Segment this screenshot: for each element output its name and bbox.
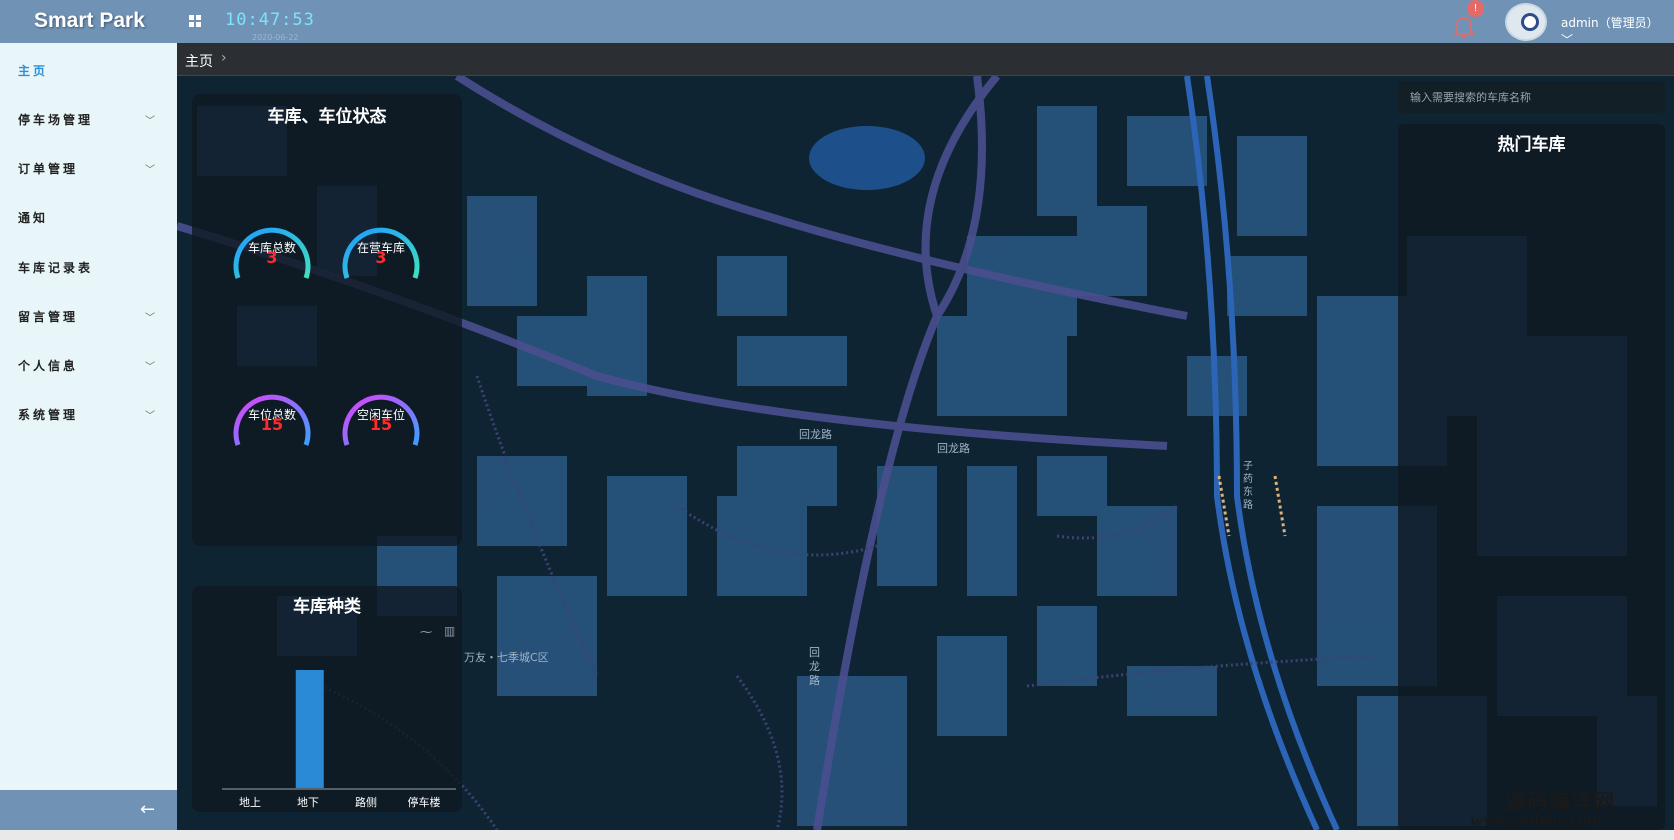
sidebar-item-label: 个人信息 [18, 359, 79, 373]
apps-grid-icon[interactable] [189, 15, 201, 27]
map-road-label: 回龙路 [799, 428, 832, 441]
sidebar-item-system[interactable]: 系统管理 ﹀ [0, 394, 177, 434]
top-header: Smart Park 10:47:53 2020-06-22 ! admin（管… [0, 0, 1674, 47]
chevron-down-icon: ﹀ [145, 165, 155, 176]
chevron-down-icon: ﹀ [145, 362, 155, 373]
map-road-label: 回龙路 [937, 442, 970, 455]
avatar[interactable] [1505, 3, 1547, 41]
sidebar-item-label: 主页 [18, 64, 49, 78]
gauge-space-total: 车位总数 15 [230, 377, 314, 461]
chevron-right-icon: › [221, 50, 227, 66]
chevron-down-icon: ﹀ [145, 313, 155, 324]
type-panel-title: 车库种类 [293, 597, 361, 617]
sidebar-item-label: 通知 [18, 211, 49, 225]
sidebar-item-label: 留言管理 [18, 310, 79, 324]
user-name: admin（管理员） [1561, 16, 1659, 30]
map-road-label: 回龙路 [809, 646, 820, 687]
garage-search-input[interactable] [1398, 81, 1665, 113]
x-tick-label: 路侧 [355, 796, 377, 809]
sidebar-item-label: 订单管理 [18, 162, 79, 176]
bar-chart-icon[interactable]: ▥ [444, 624, 455, 638]
gauge-space-free: 空闲车位 15 [339, 377, 423, 461]
brand-logo-text: Smart Park [34, 9, 145, 32]
x-tick-label: 地下 [297, 796, 319, 809]
sidebar-item-orders[interactable]: 订单管理 ﹀ [0, 148, 177, 188]
sidebar-item-home[interactable]: 主页 [0, 50, 177, 90]
clock-date: 2020-06-22 [252, 33, 299, 42]
breadcrumb: 主页 › [177, 43, 1674, 76]
watermark-url: www.codehy.com [1470, 810, 1602, 830]
sidebar-item-label: 系统管理 [18, 408, 79, 422]
clock-time: 10:47:53 [225, 10, 315, 30]
chevron-down-icon: ﹀ [145, 411, 155, 422]
sidebar-item-profile[interactable]: 个人信息 ﹀ [0, 345, 177, 385]
arrow-left-icon: ← [140, 799, 156, 820]
sidebar-item-messages[interactable]: 留言管理 ﹀ [0, 296, 177, 336]
hot-garage-panel: 热门车库 [1398, 124, 1665, 830]
sidebar-item-label: 停车场管理 [18, 113, 94, 127]
x-tick-label: 地上 [239, 796, 261, 809]
map-road-label: 子药东路 [1243, 461, 1253, 511]
chevron-down-icon: ﹀ [145, 116, 155, 127]
gauge-value: 15 [260, 415, 284, 434]
x-tick-label: 停车楼 [407, 796, 441, 809]
breadcrumb-home[interactable]: 主页 [185, 51, 213, 71]
sidebar-collapse-button[interactable]: ← [0, 790, 177, 833]
bell-icon[interactable] [1453, 14, 1475, 38]
sidebar-item-notice[interactable]: 通知 [0, 197, 177, 237]
gauge-value: 3 [266, 248, 278, 267]
hot-garage-title: 热门车库 [1497, 135, 1566, 155]
sidebar-item-garage-records[interactable]: 车库记录表 [0, 247, 177, 287]
notification-badge: ! [1467, 0, 1484, 17]
gauge-value: 3 [375, 248, 387, 267]
sidebar: 主页 停车场管理 ﹀ 订单管理 ﹀ 通知 车库记录表 留言管理 ﹀ 个人信息 ﹀… [0, 43, 177, 790]
gauge-garage-total: 车库总数 3 [230, 210, 314, 294]
status-panel: 车库、车位状态 [192, 94, 462, 546]
line-chart-icon[interactable]: ⁓ [420, 625, 432, 639]
sidebar-item-parking-lot[interactable]: 停车场管理 ﹀ [0, 99, 177, 139]
status-panel-title: 车库、车位状态 [267, 107, 387, 127]
garage-type-chart [222, 670, 456, 790]
sidebar-item-label: 车库记录表 [18, 261, 94, 275]
browser-status-bar [0, 830, 1674, 840]
gauge-garage-active: 在营车库 3 [339, 210, 423, 294]
map-place-label: 万友・七季城C区 [464, 651, 549, 664]
bar-地下[interactable] [295, 670, 324, 788]
gauge-value: 15 [369, 415, 393, 434]
